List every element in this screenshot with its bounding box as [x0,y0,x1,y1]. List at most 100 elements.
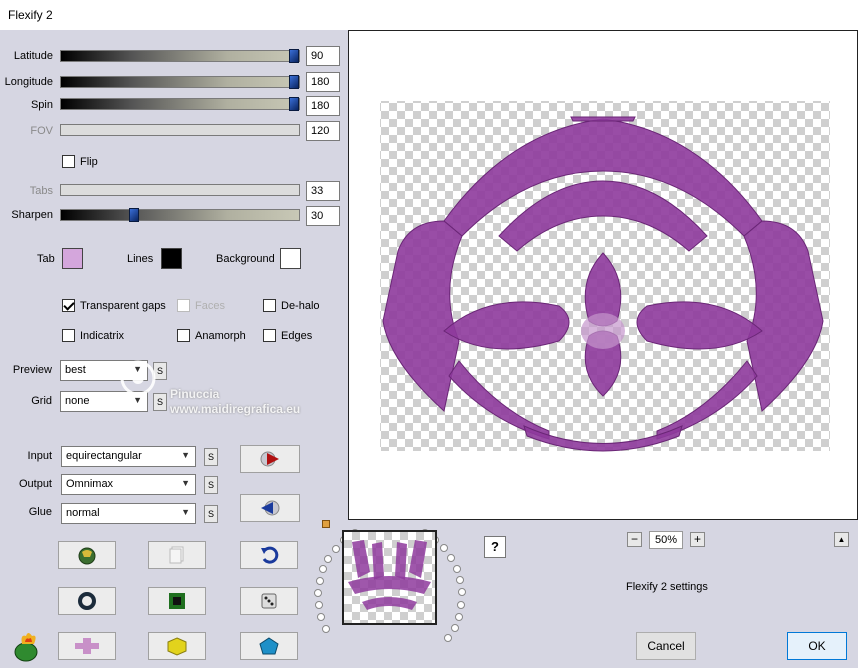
fov-label: FOV [30,125,53,137]
sharpen-label: Sharpen [11,209,53,221]
output-s-button[interactable]: S [204,476,218,494]
cross-shape-button[interactable] [58,632,116,660]
sharpen-slider[interactable] [60,208,300,222]
spin-label: Spin [30,99,53,111]
transparent-gaps-label: Transparent gaps [80,300,166,312]
fov-slider[interactable] [60,124,300,136]
reverse-conversion-button[interactable] [240,494,300,522]
fov-field[interactable]: 120 [306,121,340,141]
zoom-in-button[interactable]: + [690,532,705,547]
cross-shape-icon [75,638,99,654]
preset-dot[interactable] [331,544,340,553]
undo-icon [261,546,279,564]
cube-icon [167,637,187,656]
faces-label: Faces [195,300,225,312]
ok-button[interactable]: OK [787,632,847,660]
preview-area[interactable] [348,30,858,520]
indicatrix-checkbox[interactable] [62,329,75,342]
scroll-up-button[interactable]: ▲ [834,532,849,547]
preset-dot[interactable] [321,624,330,633]
forward-conversion-button[interactable] [240,445,300,473]
glue-s-button[interactable]: S [204,505,218,523]
preset-dot[interactable] [455,612,463,621]
preview-image [380,101,830,452]
ring-icon [78,592,96,610]
background-color-swatch[interactable] [280,248,301,269]
undo-button[interactable] [240,541,298,569]
flip-checkbox[interactable] [62,155,75,168]
frame-icon [169,593,185,609]
thumbnail-image [348,540,431,610]
edges-checkbox[interactable] [263,329,276,342]
watermark-logo-icon [120,360,156,396]
dice-icon [261,593,277,609]
chevron-down-icon: ▼ [181,507,190,517]
preview-label: Preview [12,364,52,376]
tab-color-label: Tab [37,253,55,265]
globe-button[interactable] [58,541,116,569]
help-button[interactable]: ? [484,536,506,558]
copy-icon [169,546,184,564]
pentagon-icon [259,637,279,655]
chevron-down-icon: ▼ [181,450,190,460]
faces-checkbox[interactable] [177,299,190,312]
tab-color-swatch[interactable] [62,248,83,269]
tabs-label: Tabs [29,185,53,197]
anamorph-label: Anamorph [195,330,246,342]
watermark-name: Pinuccia [170,387,220,401]
zoom-out-button[interactable]: − [627,532,642,547]
window-title: Flexify 2 [8,8,53,22]
preset-dot[interactable] [447,553,456,562]
preset-dot[interactable] [315,577,324,586]
copy-button[interactable] [148,541,206,569]
tabs-field[interactable]: 33 [306,181,340,201]
longitude-field[interactable]: 180 [306,72,340,92]
settings-name: Flexify 2 settings [626,581,708,593]
cancel-button[interactable]: Cancel [636,632,696,660]
grid-label: Grid [31,395,52,407]
sharpen-thumb[interactable] [129,208,139,222]
input-s-button[interactable]: S [204,448,218,466]
reverse-arrow-icon [261,500,280,516]
tabs-slider[interactable] [60,184,300,196]
preset-dot[interactable] [452,564,461,573]
preset-dot[interactable] [439,544,448,553]
flaming-pear-logo-icon[interactable] [10,628,46,664]
latitude-thumb[interactable] [289,49,299,63]
transparent-gaps-checkbox[interactable] [62,299,75,312]
glue-select[interactable]: normal ▼ [61,503,196,524]
chevron-up-icon: ▲ [837,535,846,544]
edges-label: Edges [281,330,313,342]
indicatrix-label: Indicatrix [80,330,125,342]
latitude-slider[interactable] [60,49,300,63]
output-select[interactable]: Omnimax ▼ [61,474,196,495]
glue-label: Glue [28,506,52,518]
random-button[interactable] [240,587,298,615]
de-halo-checkbox[interactable] [263,299,276,312]
spin-field[interactable]: 180 [306,96,340,116]
input-label: Input [27,450,52,462]
settings-thumbnail[interactable] [342,530,437,625]
sharpen-field[interactable]: 30 [306,206,340,226]
watermark-url: www.maidiregrafica.eu [170,402,301,416]
frame-button[interactable] [148,587,206,615]
play-arrow-icon [260,451,279,467]
longitude-slider[interactable] [60,75,300,89]
globe-icon [78,547,96,565]
preset-dot[interactable] [450,623,459,632]
input-select[interactable]: equirectangular ▼ [61,446,196,467]
lines-color-label: Lines [127,253,154,265]
spin-thumb[interactable] [289,97,299,111]
zoom-level: 50% [649,531,683,549]
flip-label: Flip [80,156,98,168]
dial-marker-icon [322,520,330,528]
output-label: Output [18,478,52,490]
anamorph-checkbox[interactable] [177,329,190,342]
cube-button[interactable] [148,632,206,660]
spin-slider[interactable] [60,97,300,111]
longitude-thumb[interactable] [289,75,299,89]
ring-button[interactable] [58,587,116,615]
lines-color-swatch[interactable] [161,248,182,269]
pentagon-button[interactable] [240,632,298,660]
latitude-field[interactable]: 90 [306,46,340,66]
